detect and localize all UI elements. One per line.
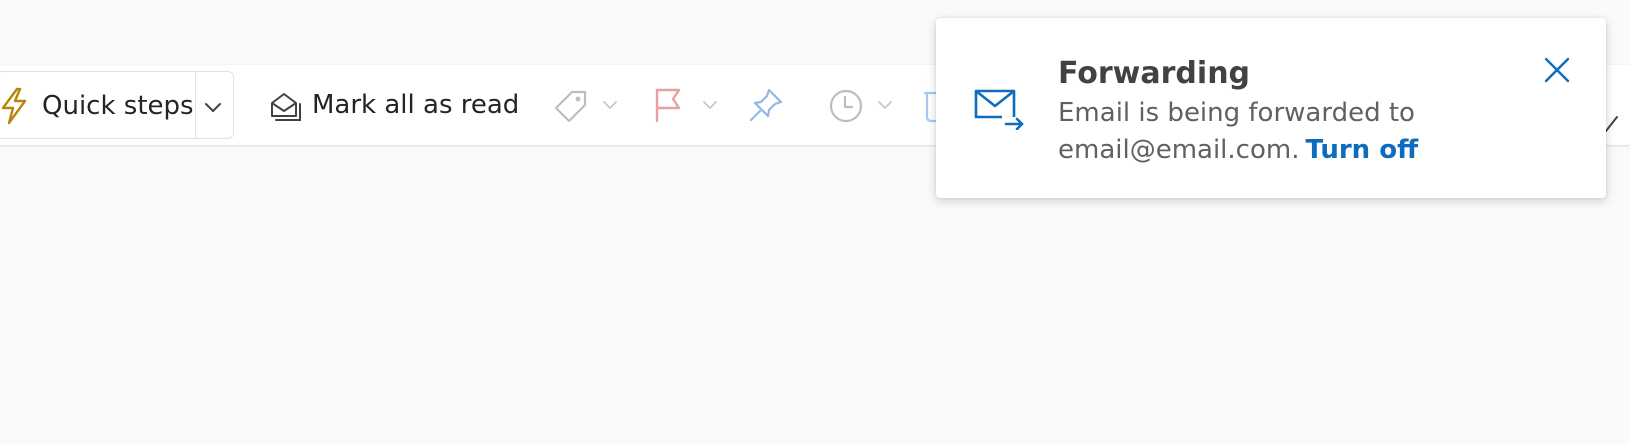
- split-divider: [195, 72, 196, 138]
- pin-icon[interactable]: [747, 86, 785, 124]
- chevron-down-icon[interactable]: [701, 98, 719, 112]
- lightning-bolt-icon: [1, 87, 27, 125]
- tag-icon[interactable]: [552, 88, 590, 124]
- clock-icon[interactable]: [827, 87, 865, 125]
- flag-icon[interactable]: [652, 87, 684, 123]
- mark-all-as-read-label: Mark all as read: [312, 90, 520, 120]
- chevron-down-icon[interactable]: [601, 98, 619, 112]
- turn-off-link[interactable]: Turn off: [1305, 135, 1418, 165]
- mark-all-as-read-button[interactable]: Mark all as read: [262, 71, 522, 139]
- quick-steps-label: Quick steps: [42, 91, 194, 121]
- notification-title: Forwarding: [1058, 56, 1251, 91]
- notification-message-line1: Email is being forwarded to: [1058, 98, 1415, 128]
- chevron-down-icon[interactable]: [202, 96, 224, 118]
- notification-message-line2: email@email.com.: [1058, 135, 1300, 165]
- forwarding-notification: Forwarding Email is being forwarded to e…: [936, 18, 1606, 198]
- notification-message: Email is being forwarded to email@email.…: [1058, 95, 1528, 169]
- quick-steps-split-button[interactable]: Quick steps: [0, 71, 234, 139]
- chevron-down-icon[interactable]: [876, 98, 894, 112]
- close-icon[interactable]: [1540, 53, 1574, 87]
- envelope-forward-icon: [974, 89, 1024, 130]
- envelope-open-icon: [271, 93, 301, 121]
